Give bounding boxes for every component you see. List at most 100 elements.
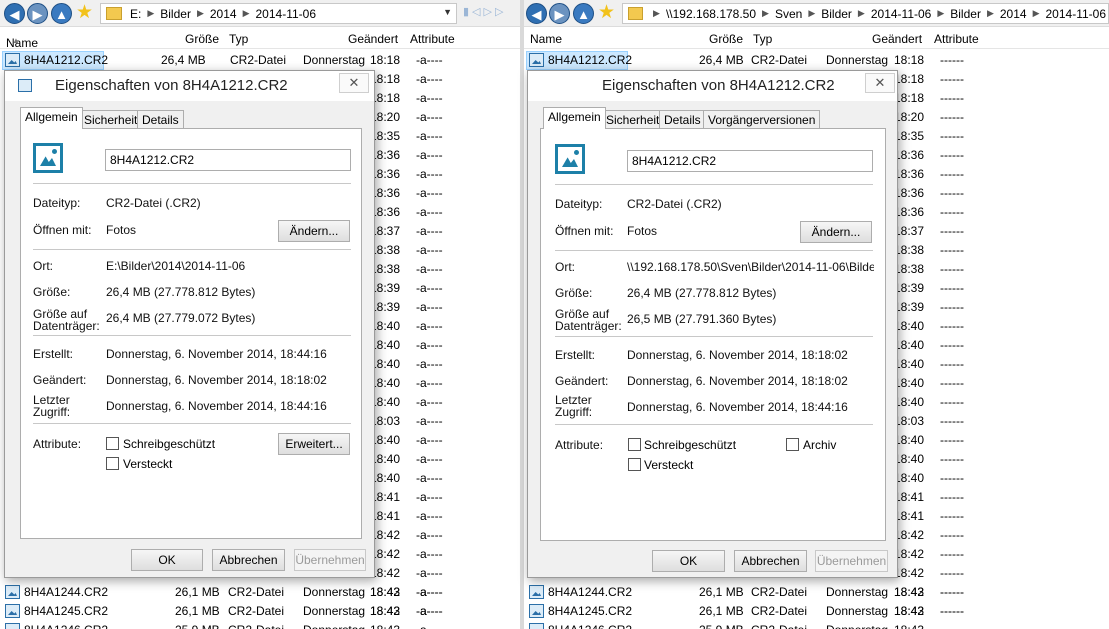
hidden-checkbox[interactable]	[628, 458, 641, 471]
chevron-right-icon[interactable]: ▶	[804, 8, 819, 19]
chevron-right-icon[interactable]: ▶	[933, 8, 948, 19]
dialog-titlebar[interactable]: Eigenschaften von 8H4A1212.CR2 ✕	[528, 71, 897, 101]
forward-icon[interactable]: ▶	[549, 3, 570, 24]
hidden-checkbox[interactable]	[106, 457, 119, 470]
table-row[interactable]: 8H4A1244.CR2 26,1 MB CR2-Datei Donnerstag 18…	[0, 583, 520, 602]
ok-button[interactable]: OK	[652, 550, 725, 572]
value-location: \\192.168.178.50\Sven\Bilder\2014-11-06\…	[627, 260, 874, 274]
back-icon[interactable]: ◀	[526, 3, 547, 24]
tab-security[interactable]: Sicherheit	[79, 110, 143, 129]
column-attributes[interactable]: Attribute	[410, 32, 455, 46]
chevron-right-icon[interactable]: ▶	[649, 8, 664, 19]
tab-details[interactable]: Details	[137, 110, 184, 129]
apply-button[interactable]: Übernehmen	[294, 549, 366, 571]
breadcrumb-item[interactable]: Sven	[773, 7, 804, 21]
breadcrumb-item[interactable]: 2014	[998, 7, 1029, 21]
properties-dialog: Eigenschaften von 8H4A1212.CR2 ✕ Allgeme…	[527, 70, 898, 578]
file-day: Donnerstag	[826, 53, 889, 67]
up-icon[interactable]: ▲	[51, 3, 72, 24]
breadcrumb-item[interactable]: 2014-11-06	[869, 7, 934, 21]
hidden-label[interactable]: Versteckt	[123, 457, 172, 471]
readonly-label[interactable]: Schreibgeschützt	[123, 437, 215, 451]
breadcrumb-item[interactable]: \\192.168.178.50	[664, 7, 758, 21]
apply-button[interactable]: Übernehmen	[815, 550, 888, 572]
breadcrumb-item[interactable]: Bilder	[819, 7, 854, 21]
navigation-arrows-icon[interactable]: ▮◁▷▷	[463, 5, 506, 18]
cancel-button[interactable]: Abbrechen	[212, 549, 285, 571]
column-modified[interactable]: Geändert	[872, 32, 922, 46]
file-type: CR2-Datei	[230, 53, 287, 67]
archive-checkbox[interactable]	[786, 438, 799, 451]
tab-general[interactable]: Allgemein	[543, 107, 606, 129]
tab-general[interactable]: Allgemein	[20, 107, 83, 129]
forward-icon[interactable]: ▶	[27, 3, 48, 24]
file-attr: -a----	[416, 167, 443, 181]
file-attr: ------	[940, 338, 964, 352]
change-button[interactable]: Ändern...	[278, 220, 350, 242]
column-modified[interactable]: Geändert	[348, 32, 398, 46]
column-name[interactable]: Name	[530, 32, 562, 46]
readonly-checkbox[interactable]	[106, 437, 119, 450]
column-header: Name Größe Typ Geändert Attribute	[524, 28, 1109, 49]
table-row[interactable]: 8H4A1212.CR2 26,4 MB CR2-Datei Donnersta…	[524, 51, 1109, 70]
chevron-right-icon[interactable]: ▶	[143, 8, 158, 19]
column-type[interactable]: Typ	[229, 32, 248, 46]
change-button[interactable]: Ändern...	[800, 221, 872, 243]
file-type: CR2-Datei	[751, 53, 808, 67]
table-row[interactable]: 8H4A1246.CR2 25,9 MB CR2-Datei Donnerstag 18…	[0, 621, 520, 629]
tab-previous-versions[interactable]: Vorgängerversionen	[703, 110, 821, 129]
favorites-star-icon[interactable]: ★	[76, 2, 93, 24]
filename-field[interactable]: 8H4A1212.CR2	[627, 150, 873, 172]
archive-label[interactable]: Archiv	[803, 438, 836, 452]
readonly-label[interactable]: Schreibgeschützt	[644, 438, 736, 452]
back-icon[interactable]: ◀	[4, 3, 25, 24]
file-size: 26,1 MB	[175, 604, 220, 618]
column-size[interactable]: Größe	[185, 32, 219, 46]
breadcrumb-item[interactable]: 2014-11-06	[254, 7, 319, 21]
breadcrumb-item[interactable]: Bilder	[948, 7, 983, 21]
file-attr: ------	[940, 300, 964, 314]
table-row[interactable]: 8H4A1245.CR2 26,1 MB CR2-Datei Donnerstag 18…	[524, 602, 1109, 621]
column-attributes[interactable]: Attribute	[934, 32, 979, 46]
tab-security[interactable]: Sicherheit	[601, 110, 665, 129]
breadcrumb-item[interactable]: E:	[128, 7, 143, 21]
table-row[interactable]: 8H4A1245.CR2 26,1 MB CR2-Datei Donnerstag 18…	[0, 602, 520, 621]
breadcrumb-item[interactable]: 2014-11-06	[1044, 7, 1109, 21]
column-size[interactable]: Größe	[709, 32, 743, 46]
filename-field[interactable]: 8H4A1212.CR2	[105, 149, 351, 171]
divider	[555, 184, 873, 185]
chevron-right-icon[interactable]: ▶	[758, 8, 773, 19]
tab-details[interactable]: Details	[659, 110, 706, 129]
chevron-right-icon[interactable]: ▶	[1029, 8, 1044, 19]
column-type[interactable]: Typ	[753, 32, 772, 46]
up-icon[interactable]: ▲	[573, 3, 594, 24]
advanced-button[interactable]: Erweitert...	[278, 433, 350, 455]
favorites-star-icon[interactable]: ★	[598, 2, 615, 24]
hidden-label[interactable]: Versteckt	[644, 458, 693, 472]
chevron-right-icon[interactable]: ▶	[854, 8, 869, 19]
tab-panel	[540, 128, 886, 541]
table-row[interactable]: 8H4A1212.CR2 26,4 MB CR2-Datei Donnersta…	[0, 51, 520, 70]
file-attr: -a----	[416, 300, 443, 314]
label-size: Größe:	[33, 285, 71, 299]
close-icon[interactable]: ✕	[865, 73, 895, 93]
file-attr: ------	[940, 376, 964, 390]
dialog-titlebar[interactable]: Eigenschaften von 8H4A1212.CR2 ✕	[5, 71, 374, 101]
cancel-button[interactable]: Abbrechen	[734, 550, 807, 572]
chevron-right-icon[interactable]: ▶	[239, 8, 254, 19]
label-location: Ort:	[33, 259, 53, 273]
label-created: Erstellt:	[33, 347, 74, 361]
readonly-checkbox[interactable]	[628, 438, 641, 451]
close-icon[interactable]: ✕	[339, 73, 369, 93]
breadcrumb-item[interactable]: 2014	[208, 7, 239, 21]
chevron-right-icon[interactable]: ▶	[193, 8, 208, 19]
chevron-right-icon[interactable]: ▶	[983, 8, 998, 19]
ok-button[interactable]: OK	[131, 549, 203, 571]
table-row[interactable]: 8H4A1244.CR2 26,1 MB CR2-Datei Donnerstag 18…	[524, 583, 1109, 602]
chevron-down-icon[interactable]: ▼	[443, 7, 452, 17]
file-attr: ------	[940, 395, 964, 409]
table-row[interactable]: 8H4A1246.CR2 25,9 MB CR2-Datei Donnerstag 18…	[524, 621, 1109, 629]
breadcrumb[interactable]: E: ▶ Bilder ▶ 2014 ▶ 2014-11-06 ▼	[100, 3, 457, 24]
breadcrumb[interactable]: ▶ \\192.168.178.50 ▶ Sven ▶ Bilder ▶ 2014-1…	[622, 3, 1109, 24]
breadcrumb-item[interactable]: Bilder	[158, 7, 193, 21]
